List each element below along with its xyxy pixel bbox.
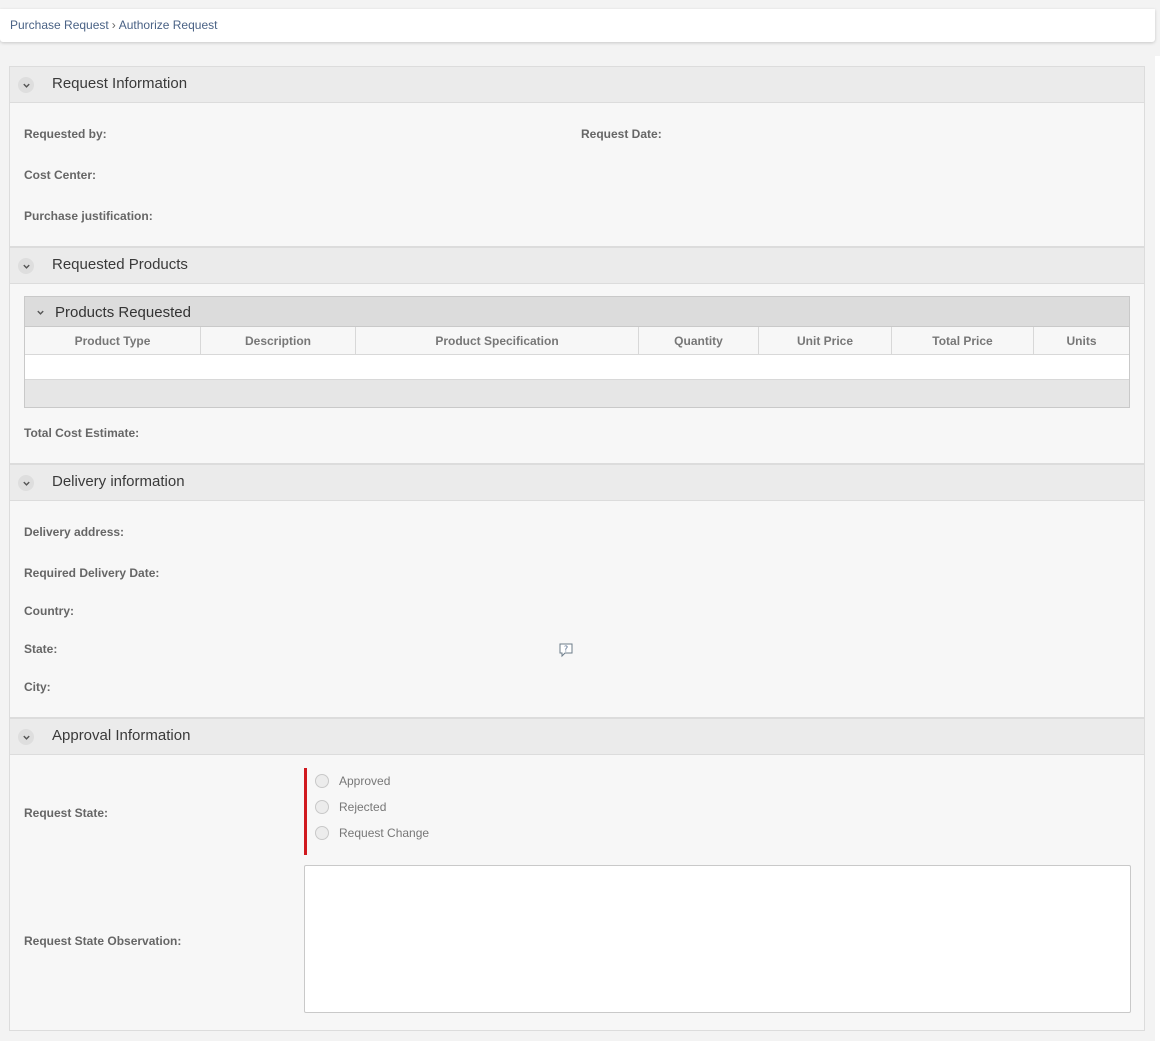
request-state-observation-input[interactable]	[304, 865, 1131, 1013]
purchase-justification-label: Purchase justification:	[24, 209, 153, 223]
radio-rejected[interactable]: Rejected	[315, 794, 504, 820]
section-header: Request Information	[10, 67, 1144, 103]
country-label: Country:	[24, 604, 74, 618]
section-title: Approval Information	[52, 727, 191, 744]
delivery-address-label: Delivery address:	[24, 525, 125, 539]
breadcrumb-current: Authorize Request	[118, 18, 218, 32]
section-requested-products: Requested Products Products Requested Pr…	[9, 247, 1145, 464]
radio-label: Approved	[339, 774, 391, 788]
grid-columns: Product Type Description Product Specifi…	[25, 327, 1129, 355]
request-state-label: Request State:	[24, 806, 109, 820]
chevron-down-icon[interactable]	[18, 729, 34, 745]
column-header[interactable]: Product Type	[25, 327, 201, 354]
request-state-observation-label: Request State Observation:	[24, 934, 182, 948]
breadcrumb-separator: ›	[111, 18, 116, 32]
section-request-information: Request Information Requested by: Reques…	[9, 66, 1145, 247]
city-label: City:	[24, 680, 51, 694]
section-title: Request Information	[52, 75, 188, 92]
cost-center-label: Cost Center:	[24, 168, 97, 182]
chevron-down-icon[interactable]	[18, 77, 34, 93]
section-header: Approval Information	[10, 719, 1144, 755]
required-delivery-date-label: Required Delivery Date:	[24, 566, 160, 580]
question-bubble-icon[interactable]: ?	[558, 642, 574, 658]
column-header[interactable]: Units	[1034, 327, 1129, 354]
radio-request-change[interactable]: Request Change	[315, 820, 504, 846]
radio-button[interactable]	[315, 800, 329, 814]
chevron-down-icon[interactable]	[33, 305, 47, 319]
table-row[interactable]	[25, 355, 1129, 380]
column-header[interactable]: Unit Price	[759, 327, 892, 354]
breadcrumb: Purchase Request › Authorize Request	[0, 9, 1155, 42]
section-header: Requested Products	[10, 248, 1144, 284]
radio-approved[interactable]: Approved	[315, 768, 504, 794]
products-grid: Products Requested Product Type Descript…	[24, 296, 1130, 408]
grid-title: Products Requested	[55, 304, 191, 321]
section-delivery-information: Delivery information Delivery address: R…	[9, 464, 1145, 718]
scroll-track[interactable]	[1155, 56, 1160, 1041]
section-title: Requested Products	[52, 256, 188, 273]
radio-label: Request Change	[339, 826, 430, 840]
radio-label: Rejected	[339, 800, 387, 814]
grid-header: Products Requested	[25, 297, 1129, 327]
radio-button[interactable]	[315, 826, 329, 840]
column-header[interactable]: Total Price	[892, 327, 1034, 354]
section-approval-information: Approval Information Request State: Appr…	[9, 718, 1145, 1031]
breadcrumb-parent-link[interactable]: Purchase Request	[10, 18, 109, 32]
radio-button[interactable]	[315, 774, 329, 788]
request-state-radio-group: Approved Rejected Request Change	[304, 768, 504, 855]
chevron-down-icon[interactable]	[18, 475, 34, 491]
svg-text:?: ?	[564, 645, 568, 654]
chevron-down-icon[interactable]	[18, 258, 34, 274]
requested-by-label: Requested by:	[24, 127, 107, 141]
request-date-label: Request Date:	[581, 127, 662, 141]
total-cost-label: Total Cost Estimate:	[24, 426, 140, 440]
state-label: State:	[24, 642, 58, 656]
section-title: Delivery information	[52, 473, 185, 490]
column-header[interactable]: Quantity	[639, 327, 759, 354]
column-header[interactable]: Description	[201, 327, 356, 354]
column-header[interactable]: Product Specification	[356, 327, 639, 354]
section-header: Delivery information	[10, 465, 1144, 501]
